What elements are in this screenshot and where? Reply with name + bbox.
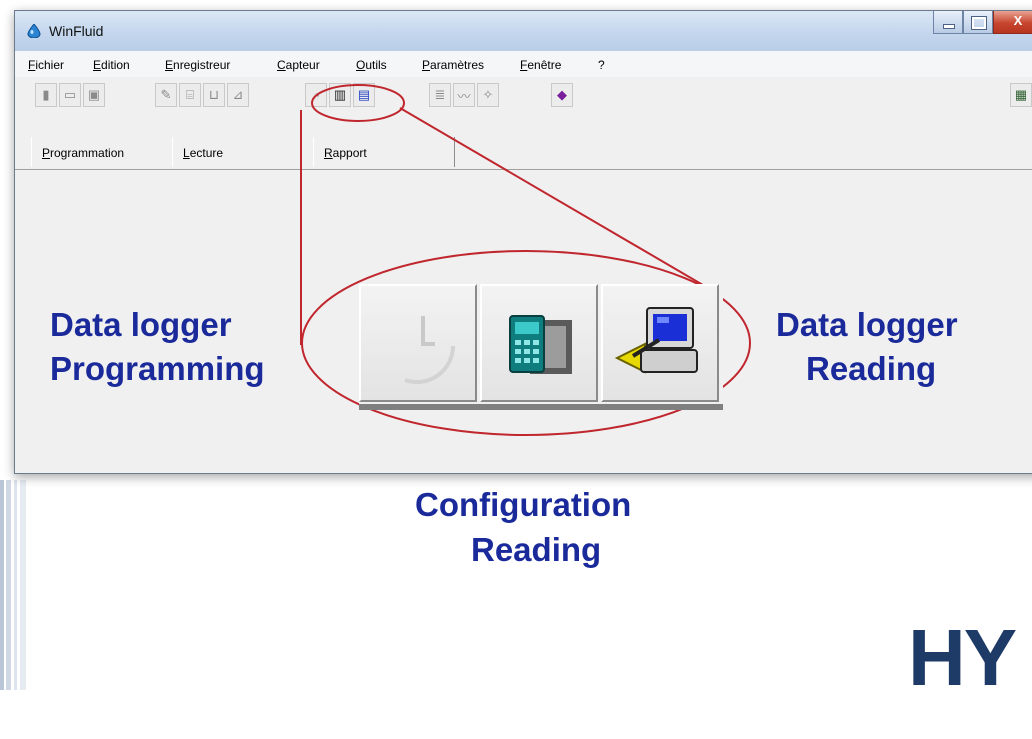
menu-parametres[interactable]: Paramètres (422, 58, 484, 72)
title-bar: WinFluid X (15, 11, 1032, 52)
graph-button[interactable]: 〰 (453, 83, 475, 107)
decorative-stripes (0, 480, 30, 690)
recorder-button[interactable]: ⌸ (179, 83, 201, 107)
list-button[interactable]: ≣ (429, 83, 451, 107)
menu-help[interactable]: ? (598, 58, 605, 72)
device-icon: ▥ (333, 87, 347, 102)
folder-icon: ▭ (63, 87, 77, 102)
toolbar: ▮ ▭ ▣ ✎ ⌸ ⊔ ⊿ ◔ ▥ ▤ ≣ 〰 ✧ ◆ ▦ (15, 77, 1032, 124)
maximize-button[interactable] (963, 11, 993, 34)
help-book-button[interactable]: ◆ (551, 83, 573, 107)
tab-label: Programmation (42, 146, 125, 160)
close-icon: X (1013, 13, 1023, 28)
label-configuration-line1: Configuration (415, 486, 632, 523)
configuration-reading-button[interactable]: ▥ (329, 83, 351, 107)
window-title: WinFluid (49, 23, 104, 39)
clock-icon: ◔ (312, 87, 320, 103)
edit-button[interactable]: ✎ (155, 83, 177, 107)
network-button[interactable]: ▦ (1010, 83, 1032, 107)
book-icon: ◆ (557, 87, 567, 102)
close-button[interactable]: X (993, 11, 1032, 34)
brand-logo-partial: HY (908, 613, 1017, 702)
new-icon: ▮ (42, 87, 50, 102)
save-button[interactable]: ▣ (83, 83, 105, 107)
minimize-icon (943, 24, 955, 29)
sensor-button[interactable]: ⊔ (203, 83, 225, 107)
list-icon: ≣ (434, 87, 446, 102)
water-drop-icon (27, 24, 41, 38)
pen-icon: ✎ (160, 87, 172, 102)
menu-capteur[interactable]: Capteur (277, 58, 320, 72)
menu-edition[interactable]: Edition (93, 58, 130, 72)
tab-rapport[interactable]: Rapport (313, 137, 455, 167)
app-window: WinFluid X Fichier Edition Enregistreur … (14, 10, 1032, 474)
menu-fenetre[interactable]: Fenêtre (520, 58, 561, 72)
chart-edit-icon: ⊿ (232, 87, 244, 102)
tab-label: Lecture (183, 146, 224, 160)
label-configuration-line2: Reading (471, 531, 602, 568)
chart-edit-button[interactable]: ⊿ (227, 83, 249, 107)
tools-icon: ✧ (482, 87, 494, 102)
data-reading-button[interactable]: ▤ (353, 83, 375, 107)
open-button[interactable]: ▭ (59, 83, 81, 107)
computer-download-icon: ▤ (357, 87, 371, 102)
minimize-button[interactable] (933, 11, 963, 34)
tab-label: Rapport (324, 146, 367, 160)
menu-outils[interactable]: Outils (356, 58, 387, 72)
menu-fichier[interactable]: Fichier (28, 58, 64, 72)
recorder-icon: ⌸ (186, 87, 194, 102)
tab-lecture[interactable]: Lecture (172, 137, 314, 167)
network-icon: ▦ (1014, 87, 1028, 102)
tab-programmation[interactable]: Programmation (31, 137, 173, 167)
tab-bar: Programmation Lecture Rapport (15, 123, 1032, 170)
programming-button[interactable]: ◔ (305, 83, 327, 107)
menu-bar: Fichier Edition Enregistreur Capteur Out… (15, 51, 1032, 78)
menu-enregistreur[interactable]: Enregistreur (165, 58, 230, 72)
sensor-icon: ⊔ (208, 87, 220, 102)
tools-button[interactable]: ✧ (477, 83, 499, 107)
maximize-icon (971, 16, 987, 30)
client-area (15, 170, 1032, 473)
graph-icon: 〰 (457, 88, 471, 104)
new-button[interactable]: ▮ (35, 83, 57, 107)
save-icon: ▣ (87, 87, 101, 102)
